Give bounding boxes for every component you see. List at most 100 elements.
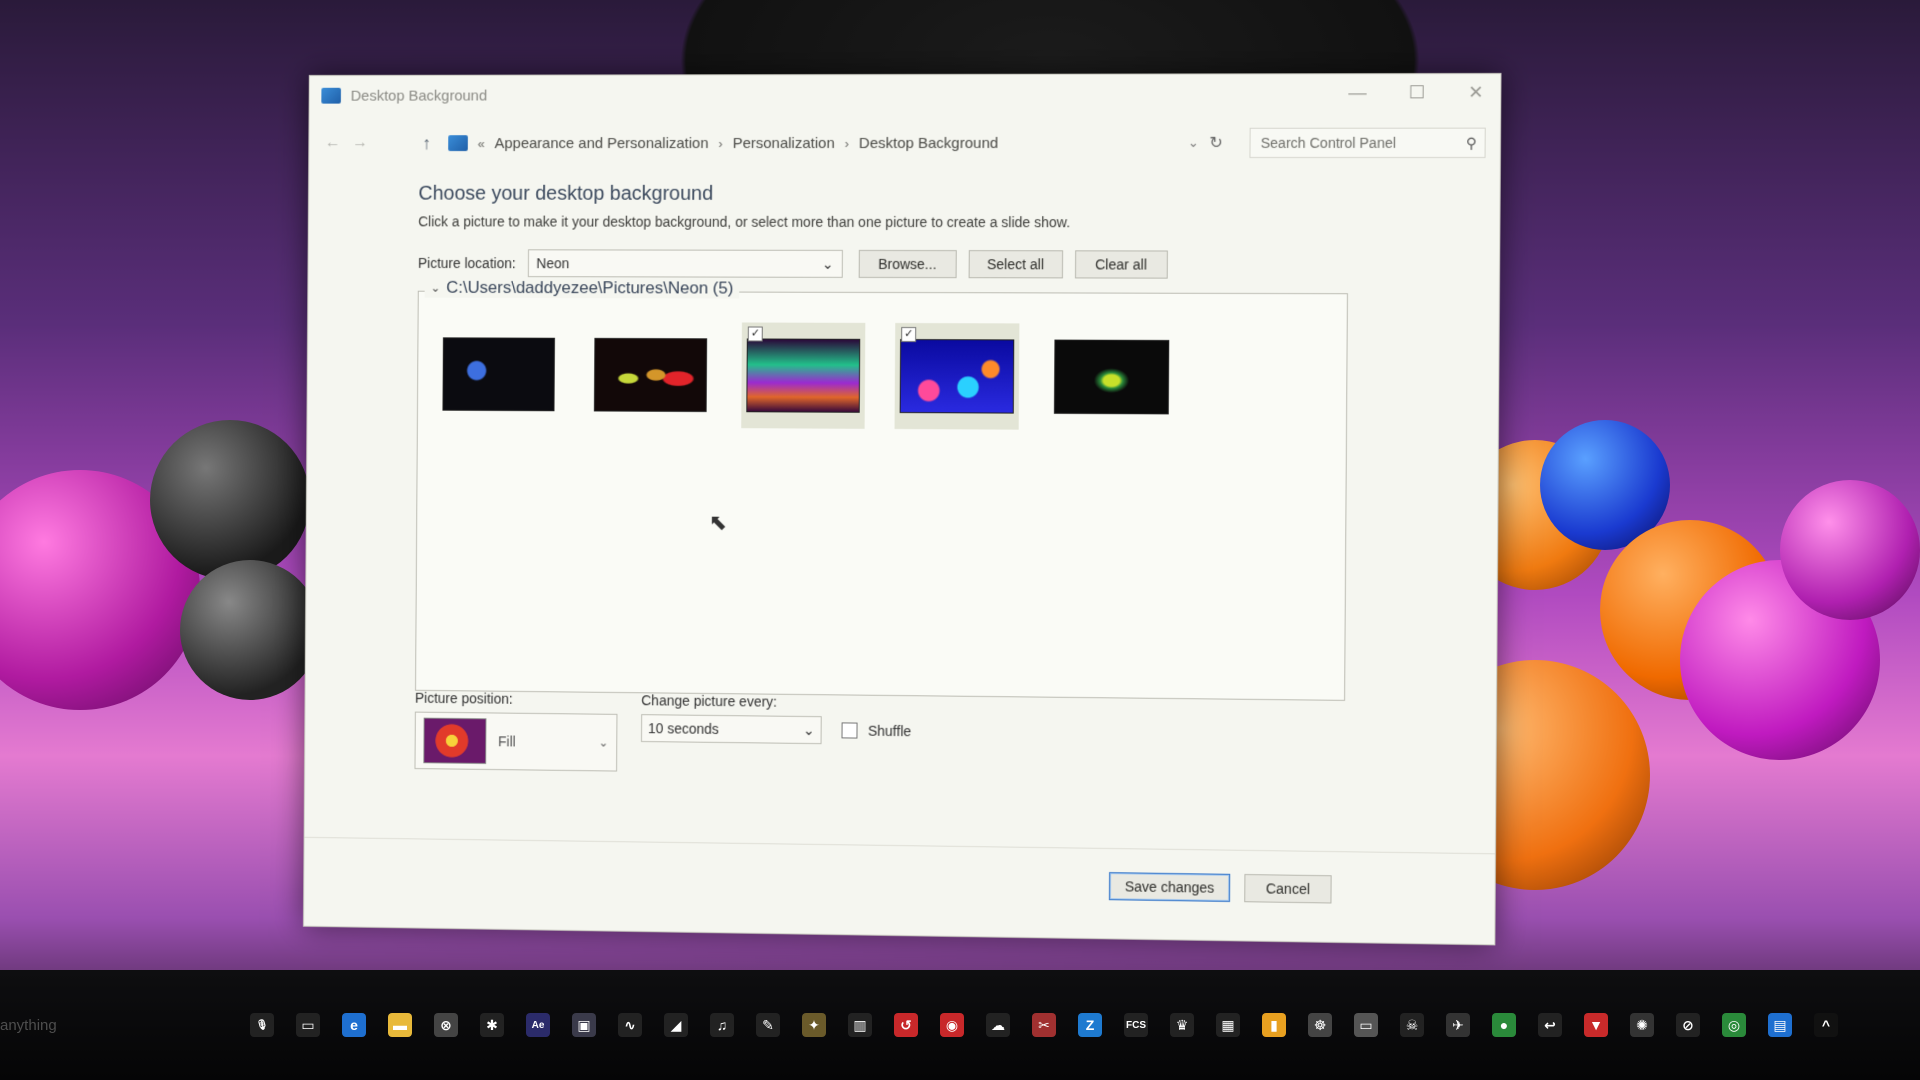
navigation-bar: ← → ↑ « Appearance and Personalization ›…	[319, 123, 1486, 163]
app-icon-17[interactable]: ▮	[1262, 1013, 1286, 1037]
app-icon-11[interactable]: ☁	[986, 1013, 1010, 1037]
address-history-dropdown[interactable]: ⌄	[1188, 135, 1199, 151]
desktop-background-window: Desktop Background — ☐ ✕ ← → ↑ « Appeara…	[302, 72, 1502, 946]
app-icon-4[interactable]: ◢	[664, 1013, 688, 1037]
shuffle-checkbox[interactable]	[841, 722, 858, 739]
cancel-button[interactable]: Cancel	[1244, 874, 1332, 904]
xbox-icon[interactable]: ⊗	[434, 1013, 458, 1037]
chevron-down-icon: ⌄	[598, 735, 609, 750]
wallpaper-ball	[1780, 480, 1920, 620]
change-interval-select[interactable]: 10 seconds ⌄	[640, 714, 822, 745]
search-icon[interactable]: ⚲	[1466, 134, 1477, 151]
breadcrumb-desktop-background[interactable]: Desktop Background	[859, 134, 998, 151]
shuffle-label[interactable]: Shuffle	[868, 722, 911, 738]
app-icon-10[interactable]: ◉	[940, 1013, 964, 1037]
folder-group-header[interactable]: ⌄ C:\Users\daddyezee\Pictures\Neon (5)	[424, 277, 740, 299]
app-icon-13[interactable]: Z	[1078, 1013, 1102, 1037]
clear-all-button[interactable]: Clear all	[1074, 250, 1168, 279]
breadcrumb-overflow[interactable]: «	[478, 136, 485, 151]
refresh-button[interactable]: ↻	[1205, 133, 1227, 153]
shuffle-option[interactable]: Shuffle	[841, 721, 911, 740]
app-icon-25[interactable]: ✺	[1630, 1013, 1654, 1037]
app-icon-18[interactable]: ☸	[1308, 1013, 1332, 1037]
chevron-down-icon[interactable]: ⌄	[431, 281, 441, 295]
wallpaper-thumbnail[interactable]: ✓	[894, 322, 1020, 430]
change-picture-group: Change picture every: 10 seconds ⌄ Shuff…	[640, 692, 912, 775]
search-input[interactable]	[1258, 133, 1467, 152]
main-content: Choose your desktop background Click a p…	[415, 173, 1398, 702]
thumbnail-image	[899, 339, 1015, 414]
chevron-right-icon[interactable]: ›	[718, 136, 722, 151]
footer-divider	[304, 836, 1495, 855]
thumbnail-list: ✓ ✓	[437, 321, 1174, 430]
wallpaper-ball	[150, 420, 310, 580]
picture-location-label: Picture location:	[417, 255, 516, 272]
app-icon-15[interactable]: ♛	[1170, 1013, 1194, 1037]
picture-position-select[interactable]: Fill ⌄	[414, 711, 618, 772]
app-icon-21[interactable]: ✈	[1446, 1013, 1470, 1037]
picture-location-select[interactable]: Neon ⌄	[527, 249, 843, 278]
folder-icon[interactable]: ▬	[388, 1013, 412, 1037]
app-icon-3[interactable]: ∿	[618, 1013, 642, 1037]
thumbnail-checkbox[interactable]: ✓	[747, 326, 763, 342]
interval-row: 10 seconds ⌄ Shuffle	[640, 714, 911, 745]
app-icon-22[interactable]: ●	[1492, 1013, 1516, 1037]
browse-button[interactable]: Browse...	[858, 249, 957, 279]
app-icon-26[interactable]: ⊘	[1676, 1013, 1700, 1037]
close-button[interactable]: ✕	[1463, 82, 1488, 103]
wallpaper-thumbnail[interactable]: ✓	[741, 322, 866, 429]
thumbnail-image	[442, 337, 555, 412]
app-icon-2[interactable]: ▣	[572, 1013, 596, 1037]
picture-location-value: Neon	[536, 255, 570, 272]
up-button[interactable]: ↑	[413, 133, 441, 154]
tray-chevron-icon[interactable]: ^	[1814, 1013, 1838, 1037]
wallpaper-thumbnail[interactable]	[1049, 324, 1175, 431]
app-icon-9[interactable]: ↺	[894, 1013, 918, 1037]
breadcrumb-appearance[interactable]: Appearance and Personalization	[495, 135, 709, 152]
maximize-button[interactable]: ☐	[1404, 82, 1429, 103]
app-icon-1[interactable]: ✱	[480, 1013, 504, 1037]
app-icon-19[interactable]: ▭	[1354, 1013, 1378, 1037]
picture-gallery: ⌄ C:\Users\daddyezee\Pictures\Neon (5) ✓…	[415, 277, 1348, 701]
taskbar-icons: 🎙 ▭ e ▬ ⊗ ✱ Ae ▣ ∿ ◢ ♫ ✎ ✦ ▥ ↺ ◉ ☁ ✂ Z FCS ♛ ▦ ▮ ☸ ▭ ☠ ✈ ● ↩ ▼ ✺ ⊘ ◎ ▤ ^	[250, 1013, 1838, 1037]
app-icon-6[interactable]: ✎	[756, 1013, 780, 1037]
mic-icon[interactable]: 🎙	[250, 1013, 274, 1037]
app-icon-8[interactable]: ▥	[848, 1013, 872, 1037]
control-panel-icon[interactable]: ▤	[1768, 1013, 1792, 1037]
forward-button[interactable]: →	[346, 134, 373, 152]
picture-position-label: Picture position:	[414, 689, 513, 707]
wallpaper-thumbnail[interactable]	[589, 322, 712, 428]
edge-icon[interactable]: e	[342, 1013, 366, 1037]
chevron-right-icon[interactable]: ›	[845, 136, 849, 151]
folder-group-title: C:\Users\daddyezee\Pictures\Neon (5)	[446, 277, 734, 298]
app-icon-16[interactable]: ▦	[1216, 1013, 1240, 1037]
search-box[interactable]: ⚲	[1249, 127, 1486, 158]
app-icon-20[interactable]: ☠	[1400, 1013, 1424, 1037]
app-icon-14[interactable]: FCS	[1124, 1013, 1148, 1037]
minimize-button[interactable]: —	[1345, 82, 1370, 103]
select-all-button[interactable]: Select all	[968, 250, 1063, 279]
change-interval-value: 10 seconds	[647, 720, 719, 737]
app-icon-7[interactable]: ✦	[802, 1013, 826, 1037]
chrome-icon[interactable]: ◎	[1722, 1013, 1746, 1037]
task-view-icon[interactable]: ▭	[296, 1013, 320, 1037]
breadcrumb-personalization[interactable]: Personalization	[733, 135, 835, 152]
app-icon-23[interactable]: ↩	[1538, 1013, 1562, 1037]
thumbnail-image	[1053, 339, 1170, 415]
slideshow-options: Picture position: Fill ⌄ Change picture …	[414, 690, 911, 775]
thumbnail-image	[593, 337, 708, 413]
app-icon-12[interactable]: ✂	[1032, 1013, 1056, 1037]
thumbnail-checkbox[interactable]: ✓	[901, 327, 917, 343]
address-bar[interactable]: « Appearance and Personalization › Perso…	[440, 128, 1205, 158]
save-changes-button[interactable]: Save changes	[1108, 872, 1231, 902]
app-icon-5[interactable]: ♫	[710, 1013, 734, 1037]
wallpaper-thumbnail[interactable]	[437, 321, 560, 427]
after-effects-icon[interactable]: Ae	[526, 1013, 550, 1037]
position-preview-image	[423, 717, 487, 764]
back-button[interactable]: ←	[319, 134, 346, 152]
chevron-down-icon: ⌄	[821, 255, 834, 272]
dialog-footer: Save changes Cancel	[1108, 872, 1332, 904]
thumbnail-image	[746, 338, 861, 413]
taskbar-search-text[interactable]: anything	[0, 1017, 250, 1034]
app-icon-24[interactable]: ▼	[1584, 1013, 1608, 1037]
